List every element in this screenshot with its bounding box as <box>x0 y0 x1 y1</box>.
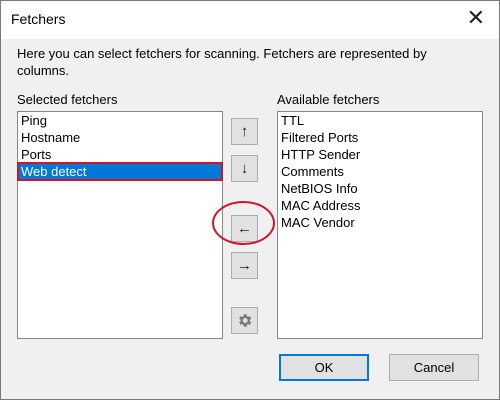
selected-fetchers-list[interactable]: Ping Hostname Ports Web detect <box>17 111 223 339</box>
available-fetchers-label: Available fetchers <box>277 92 380 107</box>
window-title: Fetchers <box>11 11 66 27</box>
gear-icon <box>239 314 252 327</box>
cancel-button[interactable]: Cancel <box>389 354 479 381</box>
intro-text: Here you can select fetchers for scannin… <box>17 46 427 78</box>
list-item[interactable]: MAC Address <box>278 197 482 214</box>
list-item[interactable]: Filtered Ports <box>278 129 482 146</box>
close-icon[interactable]: ✕ <box>467 7 485 29</box>
settings-button[interactable] <box>231 307 258 334</box>
list-item[interactable]: NetBIOS Info <box>278 180 482 197</box>
list-item[interactable]: Ports <box>18 146 222 163</box>
move-down-button[interactable]: ↓ <box>231 155 258 182</box>
list-item[interactable]: Comments <box>278 163 482 180</box>
list-item-selected[interactable]: Web detect <box>17 162 223 181</box>
list-item[interactable]: MAC Vendor <box>278 214 482 231</box>
move-right-button[interactable]: → <box>231 252 258 279</box>
ok-button[interactable]: OK <box>279 354 369 381</box>
list-item[interactable]: Ping <box>18 112 222 129</box>
title-bar: Fetchers ✕ <box>1 1 499 39</box>
list-item[interactable]: HTTP Sender <box>278 146 482 163</box>
move-up-button[interactable]: ↑ <box>231 118 258 145</box>
available-fetchers-list[interactable]: TTL Filtered Ports HTTP Sender Comments … <box>277 111 483 339</box>
fetchers-dialog: Fetchers ✕ Here you can select fetchers … <box>0 0 500 400</box>
move-left-button[interactable]: ← <box>231 215 258 242</box>
selected-fetchers-label: Selected fetchers <box>17 92 118 107</box>
list-item[interactable]: TTL <box>278 112 482 129</box>
list-item[interactable]: Hostname <box>18 129 222 146</box>
